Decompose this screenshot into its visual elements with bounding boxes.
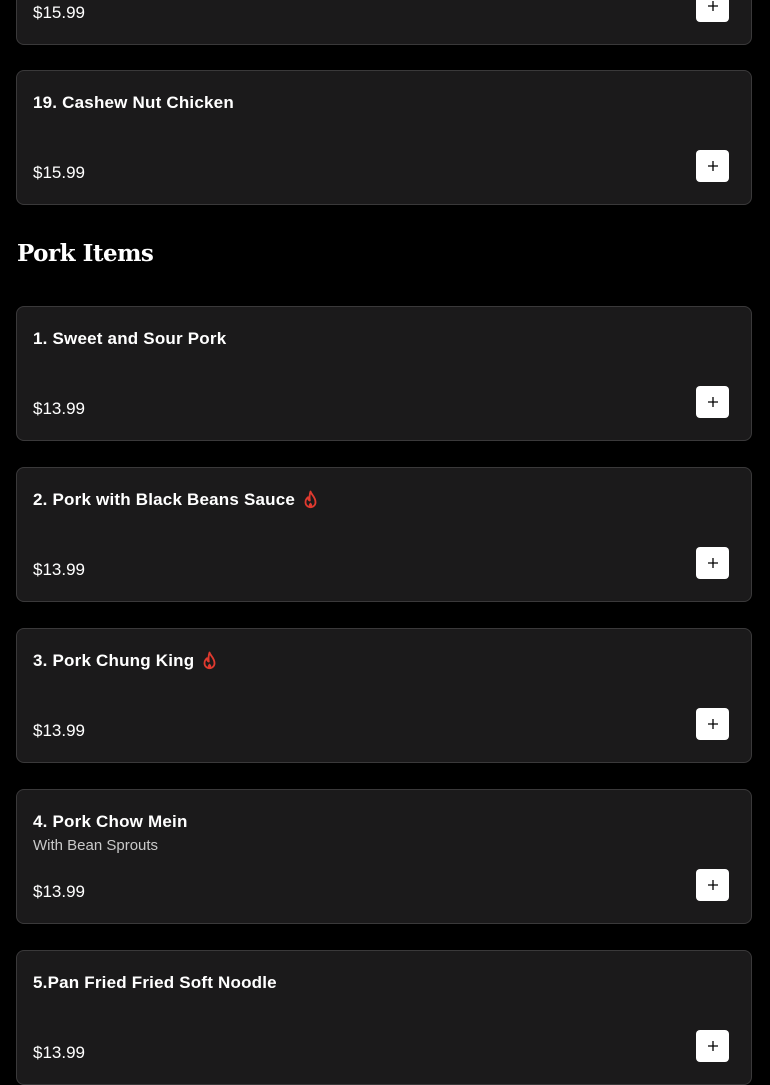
plus-icon xyxy=(707,880,718,890)
add-to-cart-button[interactable] xyxy=(696,547,729,579)
item-price: $13.99 xyxy=(33,1043,85,1062)
item-price: $15.99 xyxy=(33,3,85,22)
item-description: With Bean Sprouts xyxy=(33,837,159,854)
item-name: 4. Pork Chow Mein xyxy=(33,812,188,832)
item-name-text: 19. Cashew Nut Chicken xyxy=(33,93,234,112)
plus-icon xyxy=(707,1041,718,1051)
plus-icon xyxy=(707,161,718,171)
menu-item-card[interactable]: 3. Pork Chung King $13.99 xyxy=(16,628,752,763)
add-to-cart-button[interactable] xyxy=(696,708,729,740)
item-price: $13.99 xyxy=(33,721,85,740)
item-name: 1. Sweet and Sour Pork xyxy=(33,329,226,349)
add-to-cart-button[interactable] xyxy=(696,150,729,182)
add-to-cart-button[interactable] xyxy=(696,386,729,418)
menu-page: $15.99 19. Cashew Nut Chicken $15.99 Por… xyxy=(0,0,770,1085)
menu-item-card[interactable]: 5.Pan Fried Fried Soft Noodle $13.99 xyxy=(16,950,752,1085)
flame-icon xyxy=(203,651,216,670)
menu-item-card[interactable]: 19. Cashew Nut Chicken $15.99 xyxy=(16,70,752,205)
plus-icon xyxy=(707,1,718,11)
menu-item-card[interactable]: $15.99 xyxy=(16,0,752,45)
menu-item-card[interactable]: 1. Sweet and Sour Pork $13.99 xyxy=(16,306,752,441)
menu-item-card[interactable]: 4. Pork Chow Mein With Bean Sprouts $13.… xyxy=(16,789,752,924)
item-price: $13.99 xyxy=(33,882,85,901)
item-name: 3. Pork Chung King xyxy=(33,651,218,671)
plus-icon xyxy=(707,558,718,568)
item-name: 19. Cashew Nut Chicken xyxy=(33,93,234,113)
section-title: Pork Items xyxy=(17,240,154,267)
add-to-cart-button[interactable] xyxy=(696,869,729,901)
item-price: $13.99 xyxy=(33,560,85,579)
item-name-text: 3. Pork Chung King xyxy=(33,651,195,670)
item-name: 5.Pan Fried Fried Soft Noodle xyxy=(33,973,277,993)
item-name-text: 5.Pan Fried Fried Soft Noodle xyxy=(33,973,277,992)
item-name-text: 4. Pork Chow Mein xyxy=(33,812,188,831)
menu-item-card[interactable]: 2. Pork with Black Beans Sauce $13.99 xyxy=(16,467,752,602)
plus-icon xyxy=(707,397,718,407)
flame-icon xyxy=(304,490,317,509)
add-to-cart-button[interactable] xyxy=(696,0,729,22)
item-name: 2. Pork with Black Beans Sauce xyxy=(33,490,319,510)
plus-icon xyxy=(707,719,718,729)
item-name-text: 2. Pork with Black Beans Sauce xyxy=(33,490,296,509)
item-price: $15.99 xyxy=(33,163,85,182)
item-name-text: 1. Sweet and Sour Pork xyxy=(33,329,227,348)
item-price: $13.99 xyxy=(33,399,85,418)
add-to-cart-button[interactable] xyxy=(696,1030,729,1062)
